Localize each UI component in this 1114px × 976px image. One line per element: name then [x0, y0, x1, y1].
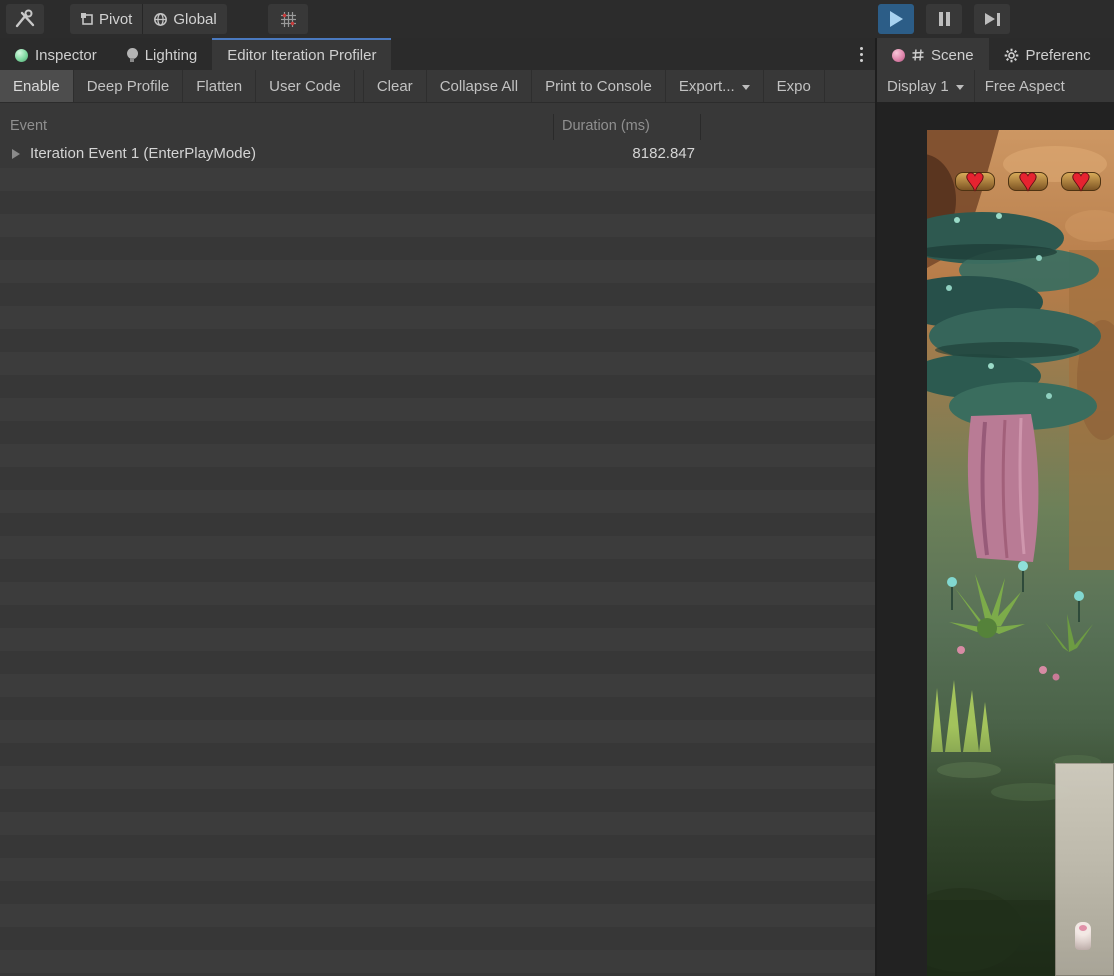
play-button[interactable] — [878, 4, 914, 34]
tab-label: Scene — [931, 47, 974, 64]
foldout-triangle-icon[interactable] — [12, 149, 20, 159]
column-divider[interactable] — [700, 114, 701, 140]
event-name: Iteration Event 1 (EnterPlayMode) — [30, 145, 256, 162]
pivot-label: Pivot — [99, 11, 132, 28]
tab-label: Preferenc — [1026, 47, 1091, 64]
step-icon — [985, 13, 1000, 26]
column-header-event[interactable]: Event — [10, 118, 47, 134]
collapse-all-button[interactable]: Collapse All — [427, 70, 532, 102]
pivot-toggle[interactable]: Pivot — [70, 4, 142, 34]
health-hearts: ♥ ♥ ♥ — [953, 164, 1103, 198]
play-icon — [890, 11, 903, 27]
tab-label: Editor Iteration Profiler — [227, 47, 376, 64]
dropdown-arrow-icon — [742, 85, 750, 90]
user-code-button[interactable]: User Code — [256, 70, 355, 102]
pause-icon — [939, 12, 950, 26]
aspect-dropdown[interactable]: Free Aspect — [974, 70, 1075, 102]
transform-tools-button[interactable] — [6, 4, 44, 34]
inspector-icon — [15, 49, 28, 62]
tab-label: Inspector — [35, 47, 97, 64]
global-toggle[interactable]: Global — [142, 4, 226, 34]
display-dropdown[interactable]: Display 1 — [877, 70, 974, 102]
grid-snap-icon — [280, 11, 297, 28]
game-character-sprite — [1075, 922, 1091, 950]
clear-button[interactable]: Clear — [363, 70, 427, 102]
lightbulb-icon — [127, 48, 138, 59]
event-duration: 8182.847 — [553, 145, 695, 162]
right-dock-tabstrip: Scene Preferenc — [877, 38, 1114, 70]
profiler-table-header: Event Duration (ms) — [0, 114, 875, 140]
export-dropdown[interactable]: Export... — [666, 70, 764, 102]
pivot-global-group: Pivot Global — [70, 4, 227, 34]
playmode-controls — [878, 4, 1010, 34]
deep-profile-button[interactable]: Deep Profile — [74, 70, 184, 102]
main-toolbar: Pivot Global — [0, 0, 1114, 39]
global-label: Global — [173, 11, 216, 28]
export-button-clipped[interactable]: Expo — [764, 70, 825, 102]
table-empty-rows — [0, 168, 875, 976]
scene-icon — [892, 49, 905, 62]
pause-button[interactable] — [926, 4, 962, 34]
heart-icon: ♥ — [1006, 164, 1050, 198]
pane-menu-icon[interactable] — [848, 38, 875, 70]
print-to-console-button[interactable]: Print to Console — [532, 70, 666, 102]
column-header-duration[interactable]: Duration (ms) — [562, 118, 650, 134]
dropdown-arrow-icon — [956, 85, 964, 90]
tab-preferences[interactable]: Preferenc — [989, 38, 1106, 70]
game-view-toolbar: Display 1 Free Aspect — [877, 70, 1114, 103]
tab-scene[interactable]: Scene — [877, 38, 989, 70]
scene-grid-icon — [912, 49, 924, 61]
unity-editor-window: Pivot Global — [0, 0, 1114, 976]
flatten-button[interactable]: Flatten — [183, 70, 256, 102]
grid-snapping-button[interactable] — [268, 4, 308, 34]
profiler-toolbar: Enable Deep Profile Flatten User Code Cl… — [0, 70, 875, 103]
enable-button[interactable]: Enable — [0, 70, 74, 102]
gear-icon — [1004, 48, 1019, 63]
step-button[interactable] — [974, 4, 1010, 34]
game-view-panel: ♥ ♥ ♥ — [877, 102, 1114, 976]
global-icon — [153, 12, 168, 27]
pivot-icon — [80, 12, 94, 26]
table-row[interactable]: Iteration Event 1 (EnterPlayMode) 8182.8… — [0, 142, 875, 166]
column-divider[interactable] — [553, 114, 554, 140]
tab-lighting[interactable]: Lighting — [112, 38, 213, 70]
tab-editor-iteration-profiler[interactable]: Editor Iteration Profiler — [212, 38, 391, 70]
heart-icon: ♥ — [1059, 164, 1103, 198]
tab-label: Lighting — [145, 47, 198, 64]
left-dock-tabstrip: Inspector Lighting Editor Iteration Prof… — [0, 38, 875, 70]
tab-inspector[interactable]: Inspector — [0, 38, 112, 70]
tools-icon — [14, 9, 36, 29]
game-viewport: ♥ ♥ ♥ — [927, 130, 1114, 976]
heart-icon: ♥ — [953, 164, 997, 198]
